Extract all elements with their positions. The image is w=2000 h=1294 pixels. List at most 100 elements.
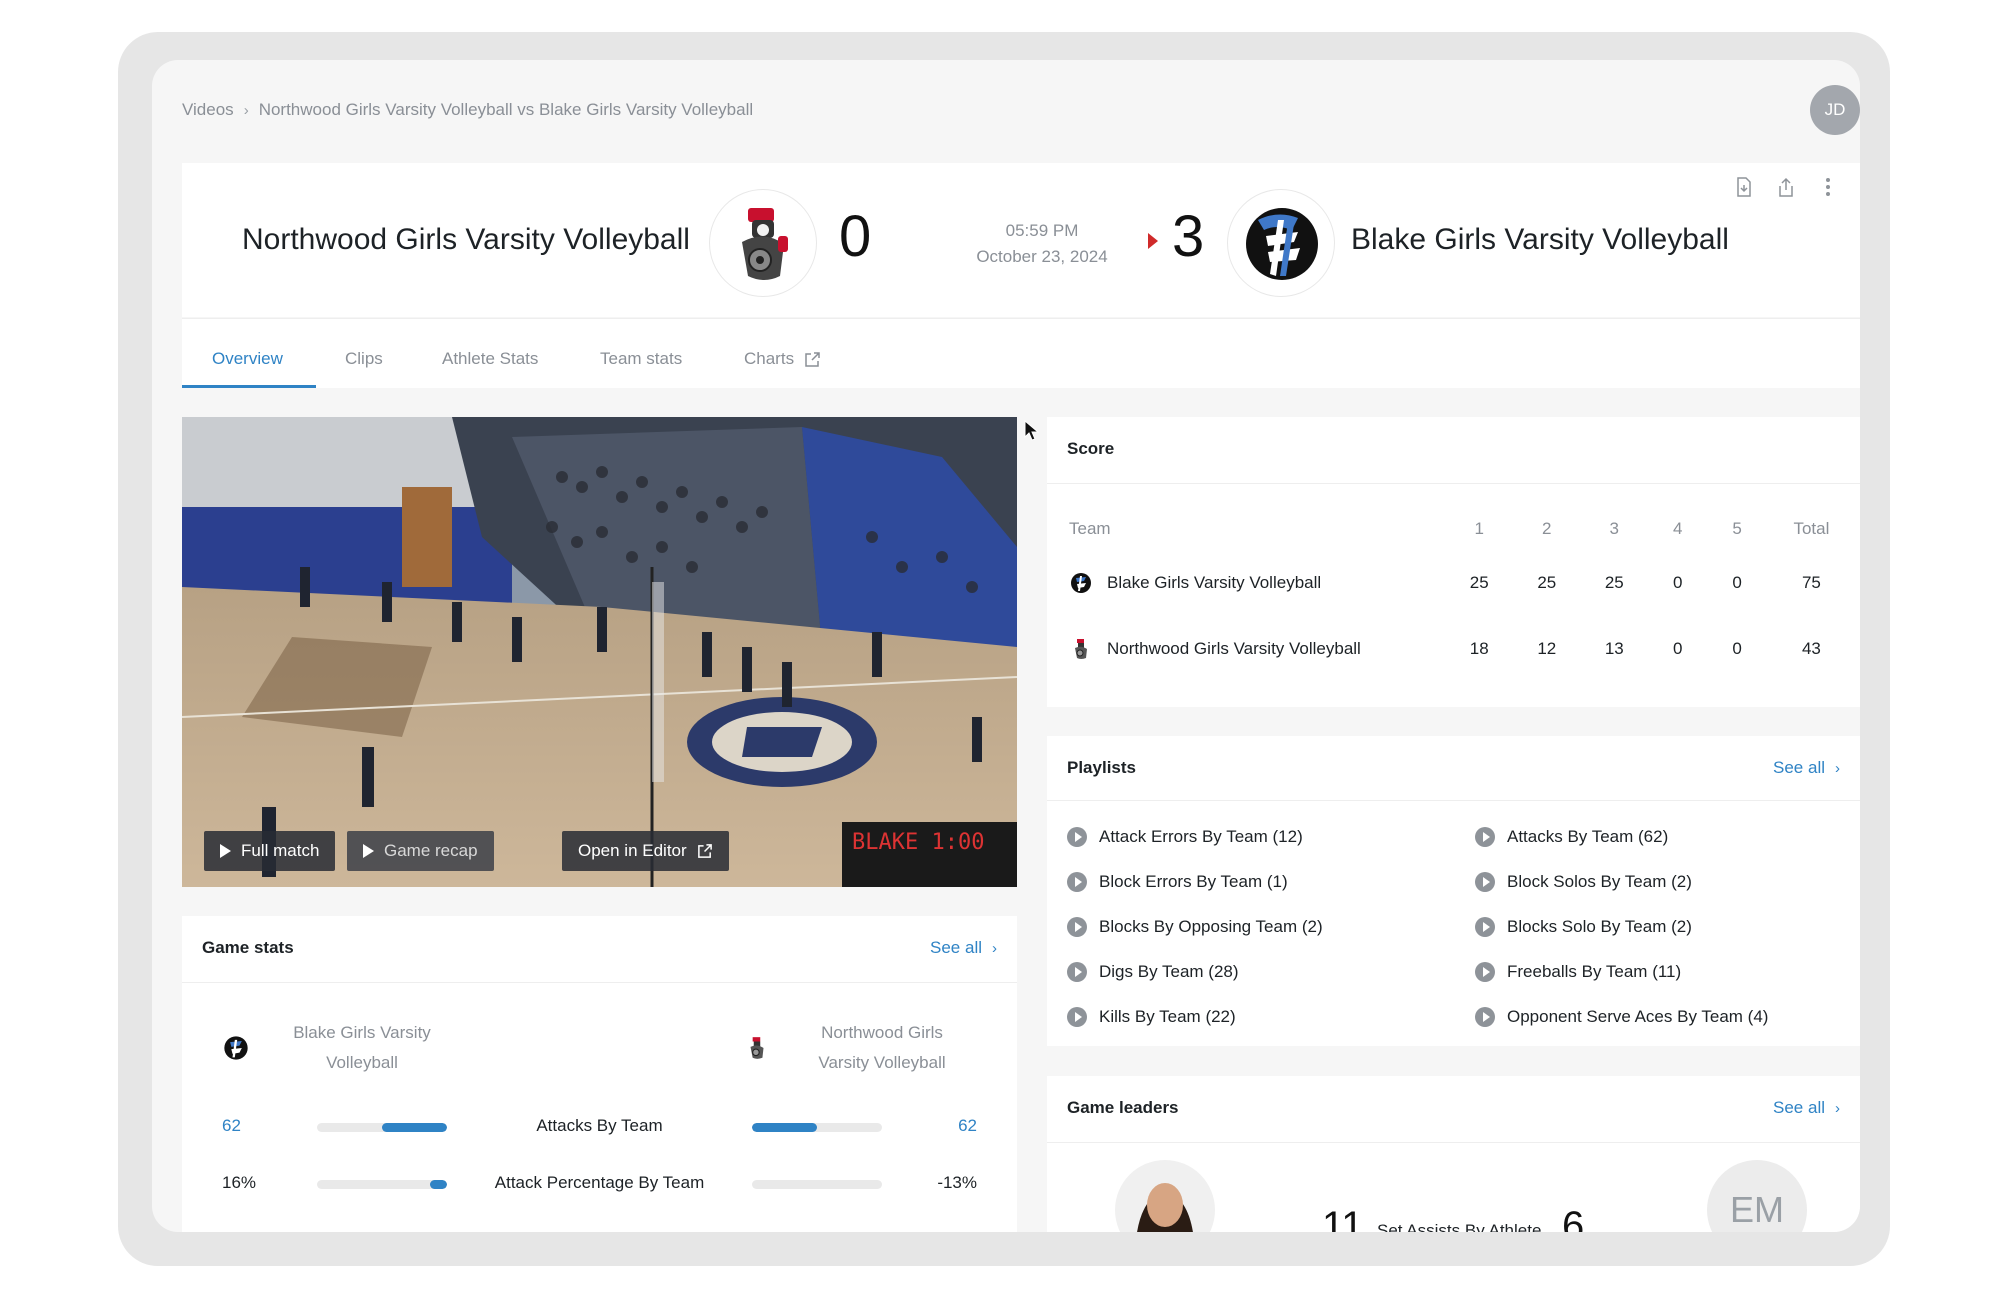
right-team-label: Northwood Girls Varsity Volleyball: [797, 1018, 967, 1078]
play-circle-icon: [1475, 826, 1495, 847]
playlists-card: Playlists See all › Attack Errors By Tea…: [1047, 736, 1860, 1046]
set-score: 0: [1732, 573, 1742, 592]
right-team-line: Varsity Volleyball: [818, 1053, 946, 1072]
playlist-item[interactable]: Attacks By Team (62): [1475, 814, 1768, 859]
breadcrumb-separator: ›: [243, 101, 249, 119]
playlist-item[interactable]: Blocks By Opposing Team (2): [1067, 904, 1323, 949]
play-icon: [220, 844, 231, 858]
left-team-label: Blake Girls Varsity Volleyball: [282, 1018, 442, 1078]
col-set-1: 1: [1474, 519, 1484, 538]
share-icon[interactable]: [1776, 177, 1796, 199]
set-score: 25: [1537, 573, 1557, 592]
score-card: Score Team 1 2 3 4 5 Total Blake Girls V…: [1047, 417, 1860, 707]
stat-right-bar: [752, 1180, 882, 1189]
stat-left-value: 62: [222, 1116, 241, 1135]
more-options-icon[interactable]: [1818, 177, 1838, 199]
leader-photo[interactable]: [1115, 1160, 1215, 1232]
play-circle-icon: [1475, 916, 1495, 937]
download-icon[interactable]: [1734, 177, 1754, 199]
game-header: Northwood Girls Varsity Volleyball 0 05:…: [182, 163, 1860, 317]
set-score: 18: [1469, 639, 1489, 658]
playlists-see-all-link[interactable]: See all ›: [1773, 758, 1840, 778]
total-score: 43: [1801, 639, 1821, 658]
leader-avatar-initials[interactable]: EM: [1707, 1160, 1807, 1232]
tab-bar: Overview Clips Athlete Stats Team stats …: [182, 318, 1860, 388]
stat-label: Attacks By Team: [536, 1116, 663, 1135]
tab-team-stats[interactable]: Team stats: [600, 349, 682, 369]
tab-athlete-stats[interactable]: Athlete Stats: [442, 349, 538, 369]
stat-right-value: 13: [958, 1230, 977, 1232]
game-date: October 23, 2024: [976, 247, 1108, 266]
game-recap-label: Game recap: [384, 841, 478, 860]
breadcrumb-videos-link[interactable]: Videos: [182, 100, 234, 120]
playlist-label: Attacks By Team (62): [1507, 826, 1669, 846]
game-stats-title: Game stats: [202, 938, 294, 957]
game-leaders-see-all-link[interactable]: See all ›: [1773, 1098, 1840, 1118]
blake-logo: [1227, 189, 1335, 297]
game-stats-card: Game stats See all › Blake Girls Varsity…: [182, 916, 1017, 1232]
table-row: Blake Girls Varsity Volleyball 25 25 25 …: [1069, 551, 1855, 615]
see-all-label: See all: [930, 938, 982, 957]
table-row: Northwood Girls Varsity Volleyball 18 12…: [1069, 617, 1855, 681]
home-score: 0: [839, 204, 872, 269]
home-team-name[interactable]: Northwood Girls Varsity Volleyball: [242, 223, 690, 257]
left-team-line: Blake Girls Varsity: [293, 1023, 431, 1042]
chevron-right-icon: ›: [1835, 759, 1840, 777]
open-in-editor-button[interactable]: Open in Editor: [562, 831, 729, 871]
active-tab-indicator: [182, 385, 316, 388]
tab-charts[interactable]: Charts: [744, 349, 821, 369]
tab-overview[interactable]: Overview: [212, 349, 283, 369]
chevron-right-icon: ›: [992, 939, 997, 957]
video-player[interactable]: BLAKE 1:00: [182, 417, 1017, 887]
stat-right-bar: [752, 1123, 882, 1132]
stat-left-bar: [317, 1180, 447, 1189]
total-score: 75: [1801, 573, 1821, 592]
tab-clips[interactable]: Clips: [345, 349, 383, 369]
northwood-logo-icon: [1075, 639, 1087, 659]
set-score: 0: [1673, 639, 1683, 658]
score-table-header: Team 1 2 3 4 5 Total: [1069, 509, 1855, 549]
set-score: 13: [1604, 639, 1624, 658]
playlist-item[interactable]: Blocks Solo By Team (2): [1475, 904, 1768, 949]
game-stats-see-all-link[interactable]: See all ›: [930, 938, 997, 958]
stat-right-value: -13%: [937, 1173, 977, 1192]
external-link-icon: [805, 351, 820, 367]
playlist-label: Freeballs By Team (11): [1507, 961, 1682, 981]
left-team-line: Volleyball: [326, 1053, 398, 1072]
col-set-5: 5: [1732, 519, 1742, 538]
col-total: Total: [1793, 519, 1830, 538]
northwood-logo-icon: [750, 1037, 764, 1059]
game-datetime: 05:59 PM October 23, 2024: [952, 218, 1132, 270]
playlist-item[interactable]: Attack Errors By Team (12): [1067, 814, 1323, 859]
game-recap-button[interactable]: Game recap: [347, 831, 494, 871]
playlist-item[interactable]: Digs By Team (28): [1067, 949, 1323, 994]
team-cell: Blake Girls Varsity Volleyball: [1069, 551, 1445, 615]
stat-row: 62 Attacks By Team 62: [182, 1112, 1017, 1142]
full-match-button[interactable]: Full match: [204, 831, 336, 871]
play-circle-icon: [1067, 871, 1087, 892]
stat-left-bar-fill: [382, 1123, 447, 1132]
game-leaders-title: Game leaders: [1067, 1098, 1179, 1117]
col-set-3: 3: [1609, 519, 1620, 538]
playlist-item[interactable]: Block Solos By Team (2): [1475, 859, 1768, 904]
play-circle-icon: [1475, 1006, 1495, 1027]
away-team-name[interactable]: Blake Girls Varsity Volleyball: [1351, 223, 1729, 257]
score-card-title: Score: [1067, 439, 1115, 458]
leader-left-value: 11: [1322, 1204, 1364, 1232]
user-avatar[interactable]: JD: [1810, 85, 1860, 135]
set-score: 25: [1469, 573, 1489, 592]
set-score: 0: [1732, 639, 1742, 658]
playlist-item[interactable]: Kills By Team (22): [1067, 994, 1323, 1039]
playlist-item[interactable]: Block Errors By Team (1): [1067, 859, 1323, 904]
play-icon: [363, 844, 374, 858]
play-circle-icon: [1067, 826, 1087, 847]
stat-right-value: 62: [958, 1116, 977, 1135]
open-in-editor-label: Open in Editor: [578, 841, 687, 860]
playlist-item[interactable]: Opponent Serve Aces By Team (4): [1475, 994, 1768, 1039]
playlist-label: Block Solos By Team (2): [1507, 871, 1692, 891]
blake-logo-icon: [224, 1036, 248, 1060]
stat-left-bar: [317, 1123, 447, 1132]
playlist-item[interactable]: Freeballs By Team (11): [1475, 949, 1768, 994]
divider: [182, 982, 1017, 983]
playlists-title: Playlists: [1067, 758, 1136, 777]
